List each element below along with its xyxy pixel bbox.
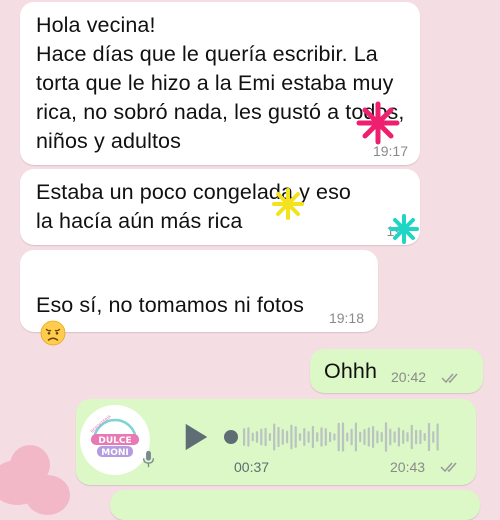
svg-text:REPOSTERÍA: REPOSTERÍA: [89, 414, 112, 434]
waveform-bar: [372, 425, 375, 449]
voice-note-message[interactable]: DULCE MONI REPOSTERÍA 00:37 20:43: [76, 399, 476, 485]
pink-flower-blob: [0, 440, 80, 520]
waveform-bar: [311, 425, 314, 449]
waveform-bar: [389, 428, 392, 446]
waveform-bar: [337, 422, 340, 452]
waveform-bar: [290, 424, 293, 450]
waveform-bar: [384, 422, 388, 452]
waveform-bar: [363, 428, 366, 446]
waveform-bar: [341, 422, 345, 452]
message-text-content: Eso sí, no tomamos ni fotos: [36, 293, 304, 317]
svg-text:DULCE: DULCE: [98, 436, 131, 446]
waveform-bar: [432, 431, 435, 443]
waveform-bar: [324, 428, 327, 446]
waveform-bar: [281, 429, 284, 445]
waveform-bar: [406, 432, 409, 442]
waveform-bar: [423, 433, 426, 441]
incoming-message[interactable]: Eso sí, no tomamos ni fotos 19:18: [20, 250, 378, 346]
double-check-icon: [441, 373, 458, 384]
double-check-icon: [440, 462, 457, 473]
waveform-bar: [260, 428, 263, 446]
waveform-bar: [273, 423, 276, 451]
waveform-bar: [298, 433, 302, 441]
waveform-bar: [247, 427, 250, 447]
waveform-bar: [286, 430, 289, 444]
voice-duration: 00:37: [234, 459, 270, 475]
waveform-bar: [307, 431, 310, 443]
waveform-bar: [402, 430, 405, 444]
waveform-bar: [427, 422, 431, 452]
waveform-bar: [415, 429, 418, 445]
yellow-asterisk-sticker: [272, 188, 304, 220]
waveform[interactable]: [223, 417, 443, 457]
avatar: DULCE MONI REPOSTERÍA: [80, 405, 150, 475]
message-timestamp: 20:43: [390, 459, 426, 475]
waveform-bar: [264, 427, 267, 447]
outgoing-message-partial[interactable]: [110, 490, 480, 520]
waveform-bar: [320, 427, 323, 447]
message-text: Hola vecina! Hace días que le quería esc…: [36, 13, 405, 153]
message-timestamp: 19:18: [328, 310, 364, 326]
waveform-bar: [354, 422, 357, 452]
waveform-bar: [436, 423, 439, 451]
waveform-bar: [367, 427, 370, 447]
message-text: Eso sí, no tomamos ni fotos: [36, 262, 364, 349]
message-text: Estaba un poco congelada y eso la hacía …: [36, 180, 351, 233]
svg-text:MONI: MONI: [101, 448, 129, 458]
waveform-bar: [277, 426, 280, 448]
waveform-bar: [346, 432, 349, 442]
disappointed-face-emoji: [40, 320, 66, 346]
microphone-icon: [142, 450, 155, 468]
message-timestamp: 20:42: [391, 369, 427, 385]
waveform-bar: [243, 428, 246, 446]
teal-asterisk-sticker: [389, 214, 419, 244]
waveform-bar: [350, 428, 353, 446]
waveform-bar: [380, 431, 383, 443]
waveform-bar: [303, 428, 306, 446]
chat-view[interactable]: Hola vecina! Hace días que le quería esc…: [0, 0, 500, 520]
waveform-bar: [359, 431, 362, 443]
waveform-bar: [419, 429, 422, 445]
waveform-bar: [294, 426, 297, 448]
pink-asterisk-sticker: [356, 101, 400, 145]
waveform-bar: [376, 430, 379, 444]
dulce-moni-logo: DULCE MONI REPOSTERÍA: [89, 414, 139, 458]
incoming-message[interactable]: Estaba un poco congelada y eso la hacía …: [20, 169, 420, 245]
play-icon[interactable]: [182, 422, 210, 452]
waveform-bar: [268, 433, 271, 441]
outgoing-message[interactable]: Ohhh 20:42: [310, 349, 483, 393]
waveform-bar: [333, 433, 336, 441]
waveform-bar: [329, 431, 332, 443]
waveform-bar: [393, 431, 396, 443]
playback-position-dot[interactable]: [224, 430, 238, 444]
waveform-bar: [397, 427, 400, 447]
waveform-bar: [410, 424, 413, 450]
waveform-bar: [251, 432, 254, 442]
waveform-bar: [316, 432, 319, 442]
waveform-bar: [255, 431, 259, 443]
